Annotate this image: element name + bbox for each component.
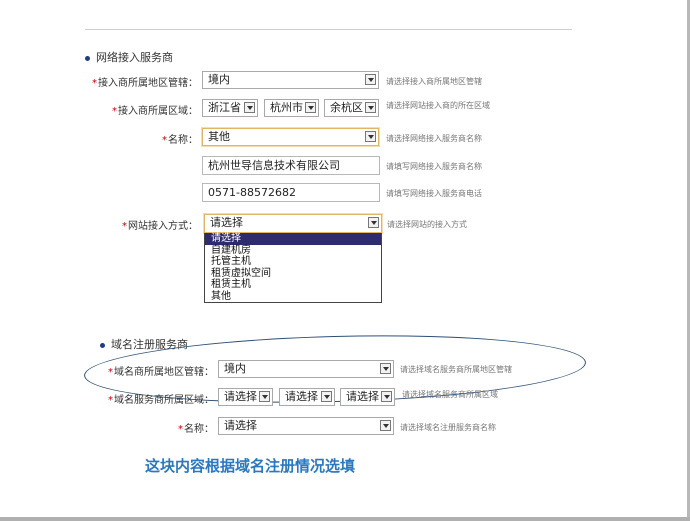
section-divider (85, 29, 572, 30)
domain-region-auth-label: *域名商所属地区管辖： (108, 367, 214, 378)
chevron-down-icon (365, 131, 376, 142)
isp-region-auth-select[interactable]: 境内 (202, 71, 379, 89)
domain-name-hint: 请选择域名注册服务商名称 (400, 423, 496, 432)
isp-name-hint: 请选择网络接入服务商名称 (386, 134, 482, 143)
chevron-down-icon (365, 102, 376, 113)
domain-city-select[interactable]: 请选择 (279, 388, 335, 406)
domain-province-select[interactable]: 请选择 (218, 388, 273, 406)
isp-region-hint: 请选择网站接入商的所在区域 (386, 101, 490, 110)
bullet-icon (85, 55, 90, 61)
isp-access-method-select[interactable]: 请选择 (204, 214, 382, 233)
chevron-down-icon (368, 217, 379, 228)
domain-region-label: *域名服务商所属区域： (108, 395, 214, 406)
isp-name-select[interactable]: 其他 (202, 128, 379, 146)
chevron-down-icon (380, 420, 391, 431)
isp-name-label: *名称： (162, 135, 198, 146)
chevron-down-icon (305, 102, 316, 113)
annotation-note: 这块内容根据域名注册情况选填 (145, 457, 356, 475)
window-edge-bottom (0, 517, 690, 521)
dropdown-option[interactable]: 自建机房 (205, 245, 381, 257)
dropdown-option[interactable]: 请选择 (205, 233, 381, 245)
chevron-down-icon (365, 74, 376, 85)
access-method-dropdown-list: 请选择 自建机房 托管主机 租赁虚拟空间 租赁主机 其他 (204, 233, 382, 303)
isp-district-select[interactable]: 余杭区 (324, 99, 379, 117)
isp-company-input[interactable]: 杭州世导信息技术有限公司 (202, 156, 380, 175)
isp-phone-hint: 请填写网络接入服务商电话 (386, 189, 482, 198)
domain-name-select[interactable]: 请选择 (218, 417, 394, 435)
domain-district-select[interactable]: 请选择 (340, 388, 395, 406)
chevron-down-icon (259, 391, 270, 402)
chevron-down-icon (381, 391, 392, 402)
isp-access-method-hint: 请选择网站的接入方式 (387, 220, 467, 229)
isp-company-hint: 请填写网络接入服务商名称 (386, 162, 482, 171)
isp-phone-input[interactable]: 0571-88572682 (202, 183, 380, 202)
domain-region-auth-hint: 请选择域名服务商所属地区管辖 (400, 365, 512, 374)
chevron-down-icon (244, 102, 255, 113)
isp-province-select[interactable]: 浙江省 (202, 99, 258, 117)
domain-name-label: *名称： (178, 424, 214, 435)
isp-region-label: *接入商所属区域： (112, 106, 198, 117)
isp-access-method-label: *网站接入方式： (122, 221, 198, 232)
chevron-down-icon (380, 363, 391, 374)
domain-region-hint: 请选择域名服务商所属区域 (402, 390, 498, 399)
chevron-down-icon (321, 391, 332, 402)
dropdown-option[interactable]: 租赁虚拟空间 (205, 268, 381, 280)
isp-region-auth-label: *接入商所属地区管辖： (92, 78, 198, 89)
isp-section-title: 网络接入服务商 (85, 49, 173, 65)
dropdown-option[interactable]: 其他 (205, 291, 381, 303)
bullet-icon (100, 342, 105, 348)
dropdown-option[interactable]: 租赁主机 (205, 279, 381, 291)
domain-region-auth-select[interactable]: 境内 (218, 360, 394, 378)
isp-city-select[interactable]: 杭州市 (264, 99, 319, 117)
isp-region-auth-hint: 请选择接入商所属地区管辖 (386, 77, 482, 86)
dropdown-option[interactable]: 托管主机 (205, 256, 381, 268)
